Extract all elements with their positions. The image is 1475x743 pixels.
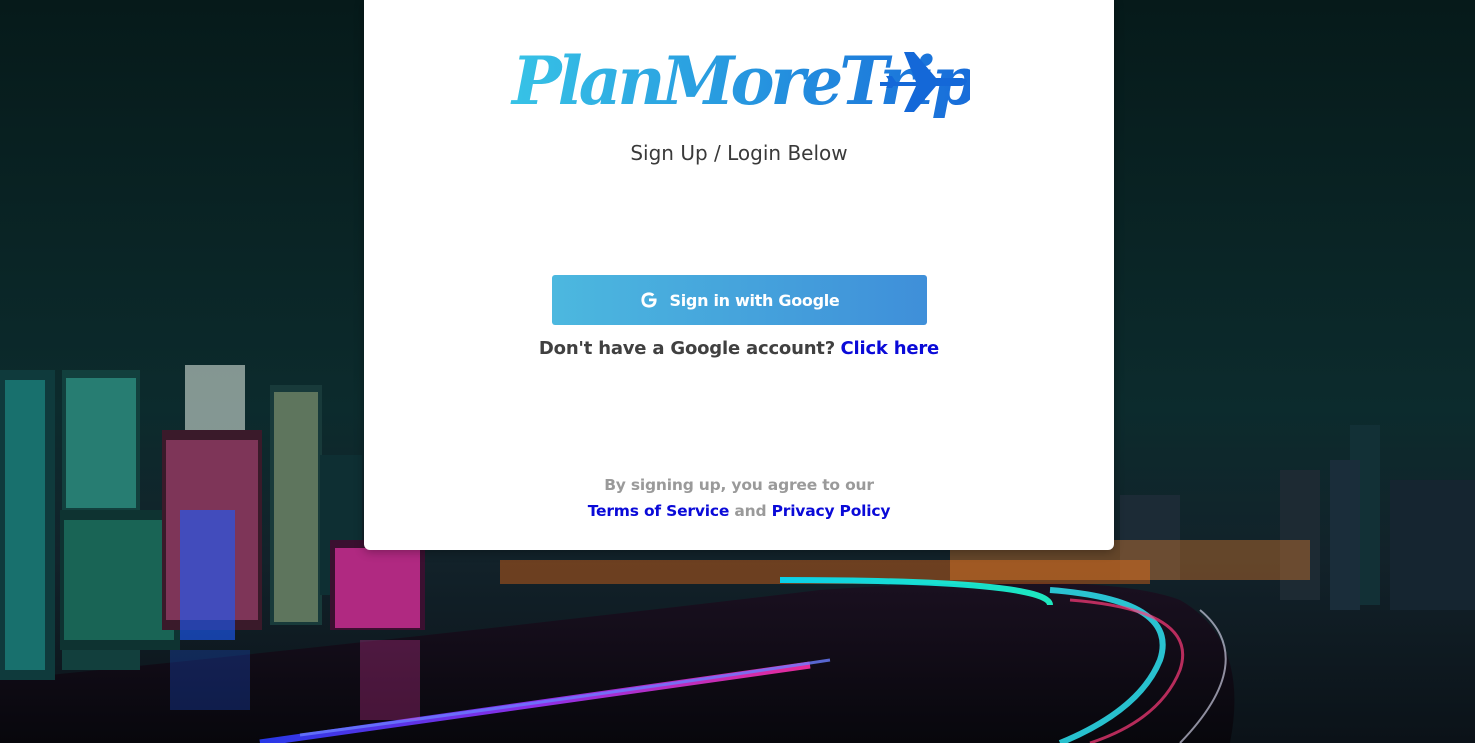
no-google-account-line: Don't have a Google account? Click here [364, 338, 1114, 359]
legal-intro: By signing up, you agree to our [604, 476, 874, 494]
privacy-policy-link[interactable]: Privacy Policy [772, 502, 891, 520]
no-account-text: Don't have a Google account? [538, 338, 835, 359]
sign-in-with-google-button[interactable]: Sign in with Google [552, 275, 927, 325]
legal-notice: By signing up, you agree to our Terms of… [364, 472, 1114, 524]
page-subtitle: Sign Up / Login Below [630, 141, 848, 165]
google-button-label: Sign in with Google [669, 290, 840, 310]
planmoretrips-logo: PlanMoreTrips [510, 30, 1014, 130]
airplane-icon [880, 52, 967, 112]
terms-of-service-link[interactable]: Terms of Service [588, 502, 730, 520]
legal-conjunction: and [734, 502, 767, 520]
google-g-icon [640, 291, 658, 309]
login-card: PlanMoreTrips Sign Up / Login Below Sign… [364, 0, 1114, 550]
legal-links-line: Terms of Service and Privacy Policy [364, 498, 1114, 524]
click-here-link[interactable]: Click here [841, 338, 940, 359]
